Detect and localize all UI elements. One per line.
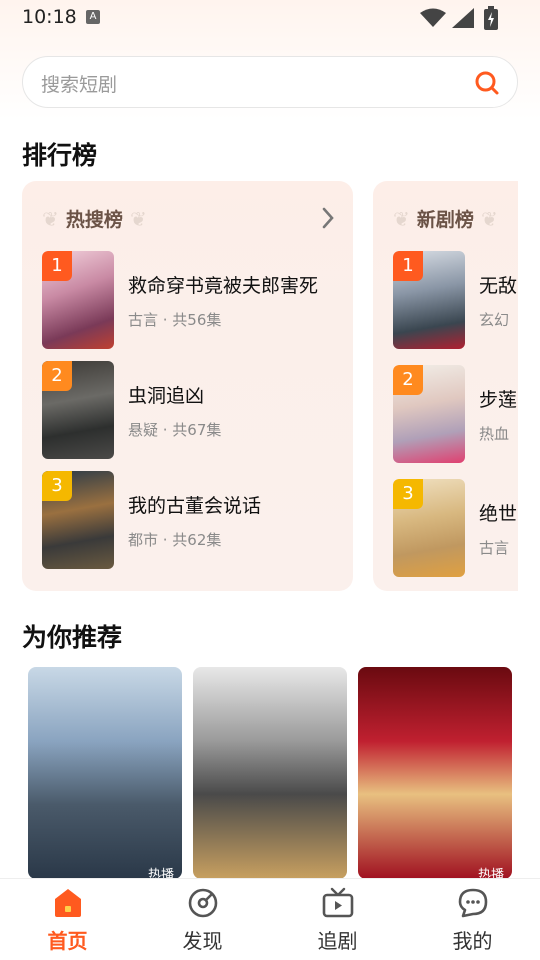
ranking-title: 排行榜 xyxy=(22,141,98,170)
drama-poster[interactable]: 2 xyxy=(393,365,465,463)
ranking-scroll[interactable]: ❦ 热搜榜 ❦ 1 救命穿书竟被夫郎害死 古言 · 共56集 2 虫洞追凶 悬疑… xyxy=(22,181,518,591)
laurel-right-icon: ❦ xyxy=(480,206,498,231)
rank-badge: 3 xyxy=(42,471,72,501)
signal-icon xyxy=(452,8,474,28)
drama-poster[interactable]: 1 xyxy=(42,251,114,349)
drama-title[interactable]: 虫洞追凶 xyxy=(128,381,204,408)
recommend-card[interactable]: 热播 xyxy=(358,667,512,879)
drama-meta: 玄幻 xyxy=(479,311,510,329)
rank-badge: 1 xyxy=(42,251,72,281)
drama-title[interactable]: 绝世 xyxy=(479,499,517,526)
list-item[interactable]: 3 我的古董会说话 都市 · 共62集 xyxy=(42,471,342,569)
recommend-list[interactable]: 热播 热播 xyxy=(28,667,518,879)
nav-label: 首页 xyxy=(47,929,88,953)
search-input[interactable]: 搜索短剧 xyxy=(22,56,518,108)
drama-meta: 都市 · 共62集 xyxy=(128,531,222,549)
nav-home[interactable]: 首页 xyxy=(0,879,135,960)
nav-mine[interactable]: 我的 xyxy=(405,879,540,960)
drama-poster[interactable]: 1 xyxy=(393,251,465,349)
poster-image xyxy=(193,667,347,879)
notification-a-icon: A xyxy=(86,10,100,24)
hot-tag: 热播 xyxy=(147,868,174,879)
laurel-left-icon: ❦ xyxy=(42,206,59,231)
drama-meta: 古言 xyxy=(479,539,510,557)
status-icons xyxy=(420,6,510,30)
drama-meta: 古言 · 共56集 xyxy=(128,311,222,329)
search-icon[interactable] xyxy=(473,69,501,97)
hot-tag: 热播 xyxy=(477,868,504,879)
status-time: 10:18 xyxy=(22,6,77,28)
rank-badge: 2 xyxy=(393,365,423,395)
drama-meta: 热血 xyxy=(479,425,510,443)
list-item[interactable]: 3 绝世 古言 xyxy=(393,479,518,577)
card-header: ❦ 新剧榜 ❦ xyxy=(393,205,498,235)
nav-label: 发现 xyxy=(182,929,223,953)
list-item[interactable]: 1 无敌 玄幻 xyxy=(393,251,518,349)
drama-poster[interactable]: 2 xyxy=(42,361,114,459)
recommend-title: 为你推荐 xyxy=(22,623,123,652)
home-icon xyxy=(54,889,81,917)
new-drama-card[interactable]: ❦ 新剧榜 ❦ 1 无敌 玄幻 2 步莲 热血 3 绝世 古言 xyxy=(373,181,518,591)
card-header: ❦ 热搜榜 ❦ xyxy=(42,205,147,235)
drama-title[interactable]: 步莲 xyxy=(479,385,517,412)
poster-image xyxy=(28,667,182,879)
battery-icon xyxy=(484,6,498,30)
chevron-right-icon[interactable] xyxy=(321,207,335,229)
poster-image xyxy=(358,667,512,879)
wifi-icon xyxy=(420,8,446,27)
card-title: 热搜榜 xyxy=(65,209,123,231)
recommend-card[interactable]: 热播 xyxy=(28,667,182,879)
list-item[interactable]: 1 救命穿书竟被夫郎害死 古言 · 共56集 xyxy=(42,251,342,349)
card-title: 新剧榜 xyxy=(416,209,474,231)
search-placeholder: 搜索短剧 xyxy=(41,74,118,96)
drama-title[interactable]: 我的古董会说话 xyxy=(128,491,261,518)
hot-search-card[interactable]: ❦ 热搜榜 ❦ 1 救命穿书竟被夫郎害死 古言 · 共56集 2 虫洞追凶 悬疑… xyxy=(22,181,353,591)
drama-poster[interactable]: 3 xyxy=(42,471,114,569)
chat-icon xyxy=(458,888,487,918)
status-bar: 10:18 A xyxy=(0,0,540,36)
drama-poster[interactable]: 3 xyxy=(393,479,465,577)
drama-title[interactable]: 救命穿书竟被夫郎害死 xyxy=(128,271,318,298)
nav-follow[interactable]: 追剧 xyxy=(270,879,405,960)
bottom-nav: 首页 发现 追剧 我的 xyxy=(0,878,540,960)
laurel-left-icon: ❦ xyxy=(393,206,410,231)
nav-label: 我的 xyxy=(452,929,493,953)
laurel-right-icon: ❦ xyxy=(129,206,147,231)
list-item[interactable]: 2 步莲 热血 xyxy=(393,365,518,463)
list-item[interactable]: 2 虫洞追凶 悬疑 · 共67集 xyxy=(42,361,342,459)
recommend-card[interactable] xyxy=(193,667,347,879)
discover-icon xyxy=(188,888,217,918)
rank-badge: 1 xyxy=(393,251,423,281)
nav-label: 追剧 xyxy=(317,929,358,953)
drama-title[interactable]: 无敌 xyxy=(479,271,517,298)
rank-badge: 2 xyxy=(42,361,72,391)
drama-meta: 悬疑 · 共67集 xyxy=(128,421,222,439)
rank-badge: 3 xyxy=(393,479,423,509)
nav-discover[interactable]: 发现 xyxy=(135,879,270,960)
tv-icon xyxy=(322,887,353,918)
